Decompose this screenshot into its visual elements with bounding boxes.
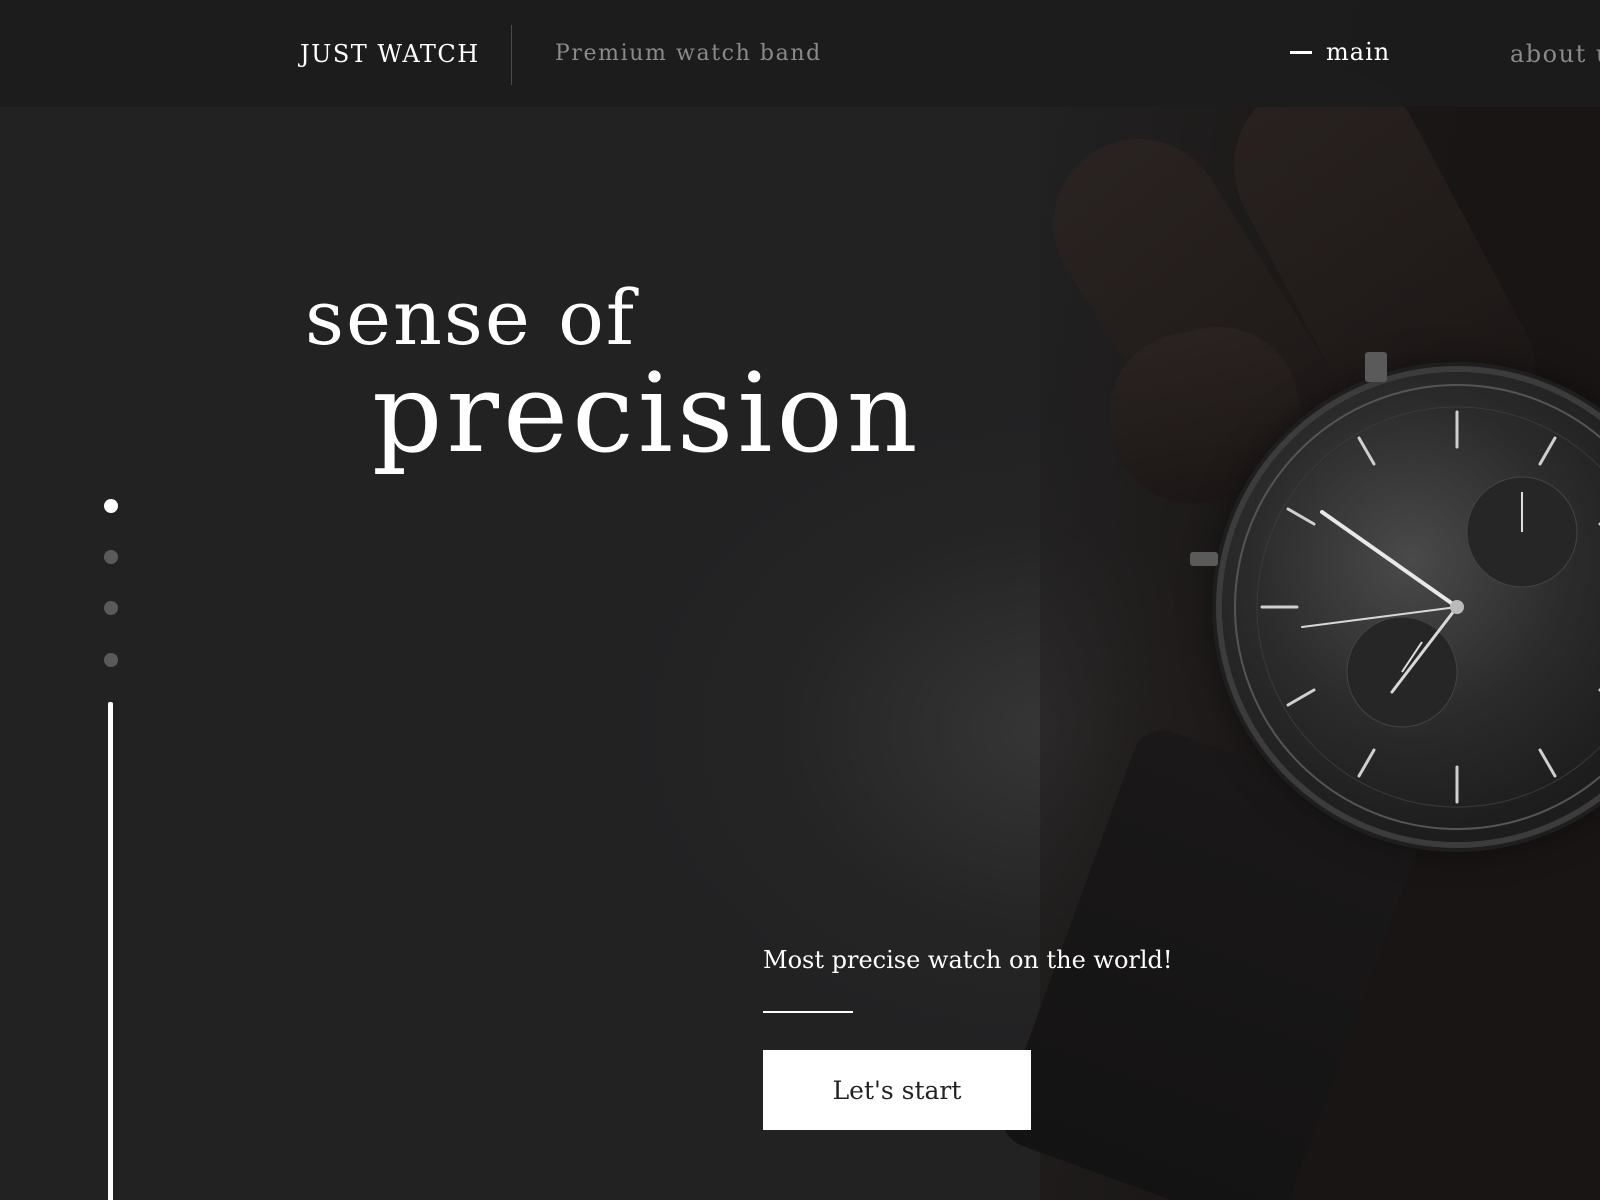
hero-headline-line2: precision [372, 349, 922, 477]
watch-crown [1365, 352, 1387, 382]
brand-tagline: Premium watch band [555, 41, 822, 66]
slide-dot-2[interactable] [104, 550, 118, 564]
top-navigation-bar: JUST WATCH Premium watch band main about… [0, 0, 1600, 107]
slide-dot-4[interactable] [104, 653, 118, 667]
watch-dial-icon [1234, 384, 1600, 830]
nav-item-main[interactable]: main [1290, 38, 1390, 66]
brand-logo[interactable]: JUST WATCH [300, 40, 480, 68]
slide-dot-1-active[interactable] [104, 499, 118, 513]
nav-item-about[interactable]: about u [1510, 40, 1600, 68]
header-divider [511, 25, 512, 85]
cta-underline-divider [763, 1011, 853, 1013]
hero-headline-line1: sense of [305, 273, 636, 362]
scroll-progress-line [108, 702, 113, 1200]
watch-pusher [1190, 552, 1218, 566]
left-panel [0, 0, 500, 1200]
cta-tagline: Most precise watch on the world! [763, 946, 1173, 974]
nav-item-main-label: main [1326, 38, 1391, 66]
slide-dot-3[interactable] [104, 601, 118, 615]
lets-start-button[interactable]: Let's start [763, 1050, 1031, 1130]
active-indicator-dash [1290, 50, 1312, 54]
watch-image [1222, 372, 1600, 842]
